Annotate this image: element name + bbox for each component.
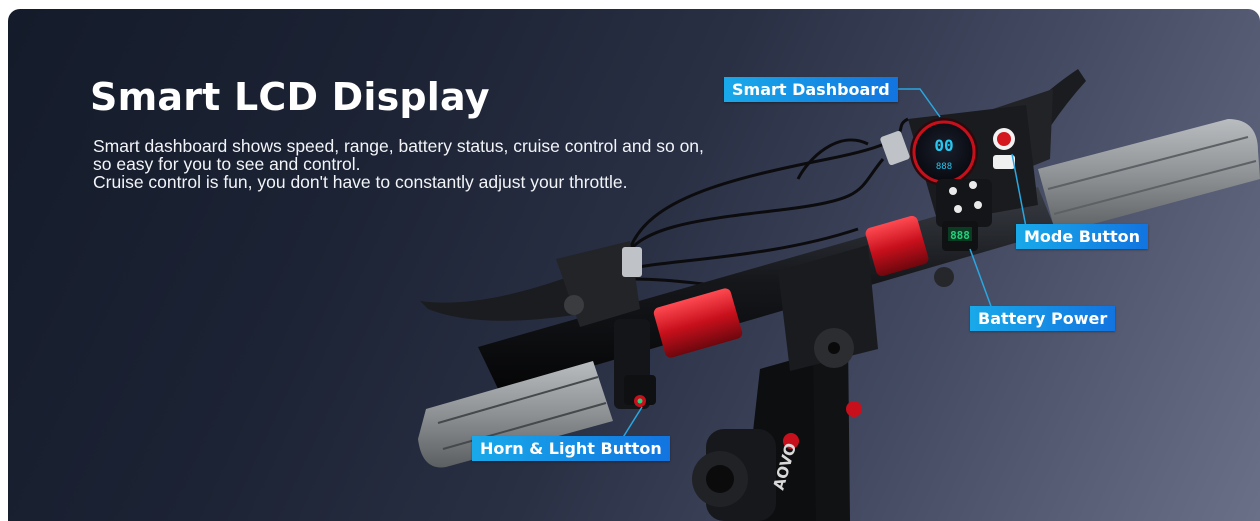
callout-mode-button: Mode Button	[1016, 224, 1149, 249]
right-grip	[1038, 119, 1260, 234]
horn-light-switch	[624, 375, 656, 407]
svg-text:888: 888	[950, 229, 970, 242]
lcd-speed: 00	[934, 136, 953, 155]
callout-battery-power: Battery Power	[970, 306, 1116, 331]
description-line: so easy for you to see and control.	[93, 154, 361, 174]
callout-horn-light-button: Horn & Light Button	[472, 436, 670, 461]
description-line: Cruise control is fun, you don't have to…	[93, 172, 628, 192]
description: Smart dashboard shows speed, range, batt…	[93, 137, 753, 191]
lcd-battery: 888	[936, 162, 952, 172]
description-line: Smart dashboard shows speed, range, batt…	[93, 136, 704, 156]
callout-smart-dashboard: Smart Dashboard	[724, 77, 898, 102]
button-pad	[936, 179, 992, 227]
page-title: Smart LCD Display	[90, 75, 490, 119]
product-banner: AOVO 00 888 888 Smart LCD Display Smart …	[8, 9, 1260, 521]
